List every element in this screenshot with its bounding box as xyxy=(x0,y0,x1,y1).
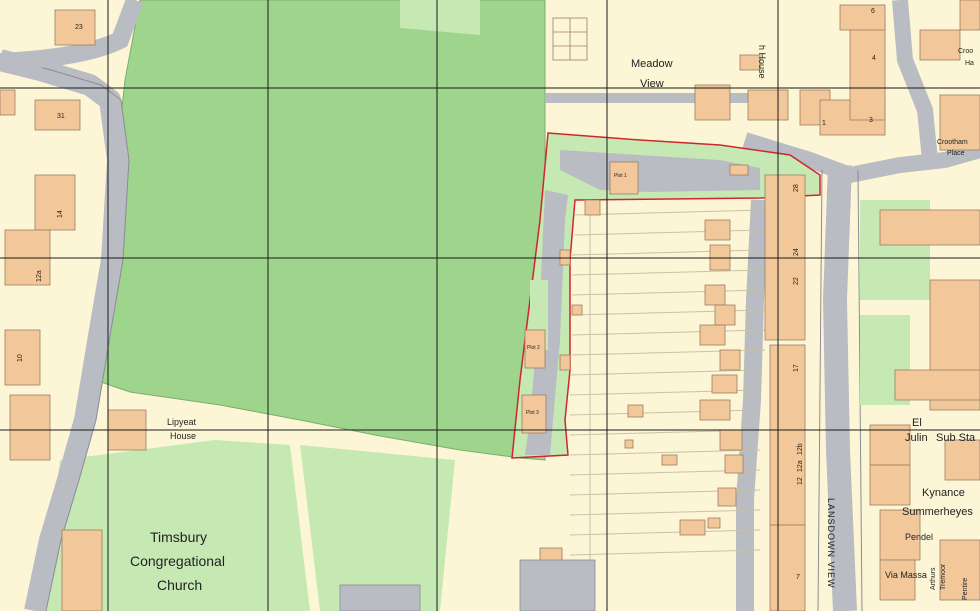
plot-3-label: Plot 3 xyxy=(526,410,539,416)
house-number-14: 14 xyxy=(57,210,64,218)
pendel-label: Pendel xyxy=(905,532,934,542)
chapel-label-1: Timsbury xyxy=(150,529,208,545)
house-number-17: 17 xyxy=(793,364,800,372)
summerheyes-label: Summerheyes xyxy=(902,506,973,518)
garden-plots xyxy=(552,17,588,61)
pentire-label: Pentire xyxy=(962,577,969,600)
house-number-12: 12 xyxy=(797,477,804,485)
house-number-31: 31 xyxy=(57,113,65,120)
meadow-view-label-2: View xyxy=(640,78,664,90)
crootham-label: Crootham xyxy=(937,139,968,146)
croo-label-2: Ha xyxy=(965,60,974,67)
house-number-22: 22 xyxy=(793,277,800,285)
house-number-23: 23 xyxy=(75,24,83,31)
lipyeat-label-1: Lipyeat xyxy=(167,417,197,427)
house-number-4: 4 xyxy=(872,55,876,62)
julin-label: Julin xyxy=(905,432,928,444)
tremoor-label: Tremoor xyxy=(940,563,947,590)
site-location-map[interactable]: 23 31 14 12a 10 Meadow View h House 6 4 … xyxy=(0,0,980,611)
house-number-24: 24 xyxy=(793,248,800,256)
sub-station-label: Sub Sta xyxy=(936,432,976,444)
plot-2-label: Plot 2 xyxy=(527,345,540,351)
house-number-28: 28 xyxy=(793,184,800,192)
house-number-10: 10 xyxy=(17,354,24,362)
arthurs-label: Arthurs xyxy=(930,567,937,590)
house-number-12b: 12b xyxy=(797,443,804,455)
road-name-lansdown-view: LANSDOWN VIEW xyxy=(826,498,836,589)
house-number-3: 3 xyxy=(869,117,873,124)
croo-label-1: Croo xyxy=(958,48,974,55)
lipyeat-label-2: House xyxy=(170,431,197,441)
house-number-7: 7 xyxy=(796,574,800,581)
house-number-6: 6 xyxy=(871,8,875,15)
house-name-vertical: h House xyxy=(757,45,767,79)
chapel-label-2: Congregational xyxy=(130,553,225,569)
chapel-label-3: Church xyxy=(157,577,203,593)
plot-1-label: Plot 1 xyxy=(614,173,627,179)
place-label: Place xyxy=(947,150,965,157)
house-number-12a-terrace: 12a xyxy=(797,460,804,472)
house-number-1: 1 xyxy=(822,120,826,127)
house-number-12a: 12a xyxy=(36,270,43,282)
lansdown-view-road xyxy=(822,164,857,611)
el-label: El xyxy=(912,417,922,429)
green-field xyxy=(94,0,546,461)
meadow-view-label-1: Meadow xyxy=(631,58,673,70)
via-massa-label: Via Massa xyxy=(885,570,927,580)
kynance-label: Kynance xyxy=(922,487,965,499)
